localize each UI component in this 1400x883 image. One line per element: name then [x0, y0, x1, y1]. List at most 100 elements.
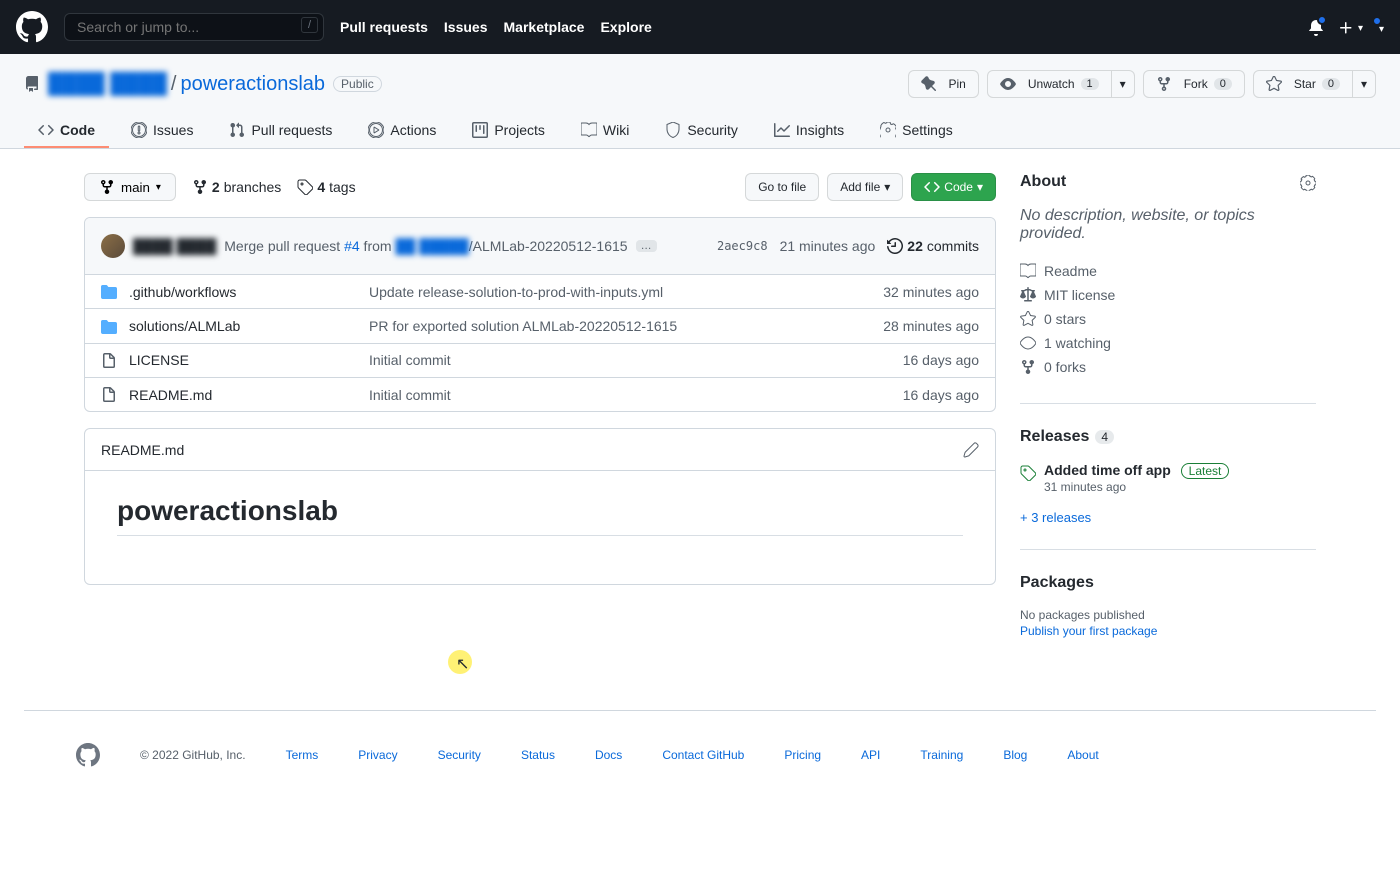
- file-commit-message[interactable]: Update release-solution-to-prod-with-inp…: [369, 284, 883, 300]
- footer-links: Terms Privacy Security Status Docs Conta…: [286, 748, 1099, 762]
- tab-security[interactable]: Security: [651, 114, 752, 148]
- notifications-icon[interactable]: [1308, 18, 1324, 35]
- forks-link[interactable]: 0 forks: [1020, 355, 1316, 379]
- footer-about[interactable]: About: [1067, 748, 1098, 762]
- about-heading: About: [1020, 173, 1066, 191]
- file-commit-message[interactable]: Initial commit: [369, 352, 903, 368]
- file-name-link[interactable]: README.md: [129, 387, 212, 403]
- code-download-button[interactable]: Code ▾: [911, 173, 996, 201]
- tab-code[interactable]: Code: [24, 114, 109, 148]
- tab-wiki[interactable]: Wiki: [567, 114, 643, 148]
- star-button[interactable]: Star 0: [1253, 70, 1353, 98]
- readme-edit-button[interactable]: [963, 441, 979, 458]
- about-description: No description, website, or topics provi…: [1020, 207, 1316, 243]
- tab-projects[interactable]: Projects: [458, 114, 559, 148]
- stars-link[interactable]: 0 stars: [1020, 307, 1316, 331]
- footer-pricing[interactable]: Pricing: [784, 748, 821, 762]
- pin-label: Pin: [949, 77, 966, 91]
- search-input[interactable]: [64, 13, 324, 41]
- footer-github-logo[interactable]: [76, 743, 100, 767]
- watching-link[interactable]: 1 watching: [1020, 331, 1316, 355]
- footer-status[interactable]: Status: [521, 748, 555, 762]
- readme-box: README.md poweractionslab: [84, 428, 996, 585]
- releases-section: Releases 4 Added time off app Latest 31 …: [1020, 428, 1316, 550]
- footer-privacy[interactable]: Privacy: [358, 748, 397, 762]
- header-nav: Pull requests Issues Marketplace Explore: [340, 19, 652, 35]
- file-commit-message[interactable]: PR for exported solution ALMLab-20220512…: [369, 318, 883, 334]
- eye-icon: [1020, 335, 1036, 351]
- fork-icon: [1020, 359, 1036, 375]
- fork-button[interactable]: Fork 0: [1143, 70, 1245, 98]
- unwatch-dropdown[interactable]: ▾: [1111, 70, 1135, 98]
- commit-sha[interactable]: 2aec9c8: [717, 239, 768, 253]
- footer-api[interactable]: API: [861, 748, 880, 762]
- footer-contact[interactable]: Contact GitHub: [662, 748, 744, 762]
- releases-count: 4: [1095, 430, 1114, 444]
- readme-filename[interactable]: README.md: [101, 442, 184, 458]
- go-to-file-button[interactable]: Go to file: [745, 173, 819, 201]
- commit-message[interactable]: Merge pull request #4 from ██ █████/ALML…: [224, 238, 627, 254]
- file-commit-message[interactable]: Initial commit: [369, 387, 903, 403]
- tab-settings[interactable]: Settings: [866, 114, 967, 148]
- tags-link[interactable]: 4 tags: [297, 179, 355, 195]
- file-name-link[interactable]: LICENSE: [129, 352, 189, 368]
- fork-icon: [1156, 76, 1172, 92]
- code-icon: [924, 179, 940, 195]
- file-name-link[interactable]: .github/workflows: [129, 284, 236, 300]
- tab-issues[interactable]: Issues: [117, 114, 207, 148]
- publish-package-link[interactable]: Publish your first package: [1020, 624, 1316, 638]
- pin-button[interactable]: Pin: [908, 70, 979, 98]
- unwatch-label: Unwatch: [1028, 77, 1075, 91]
- add-menu[interactable]: ▾: [1338, 18, 1363, 35]
- repo-header: ████ ████ / poweractionslab Public Pin U…: [0, 54, 1400, 149]
- branch-select-button[interactable]: main ▾: [84, 173, 176, 201]
- law-icon: [1020, 287, 1036, 303]
- about-edit-button[interactable]: [1300, 173, 1316, 190]
- commits-link[interactable]: 22 commits: [887, 238, 979, 254]
- user-menu[interactable]: ▾: [1377, 19, 1384, 35]
- footer-terms[interactable]: Terms: [286, 748, 319, 762]
- tab-actions[interactable]: Actions: [354, 114, 450, 148]
- file-name-link[interactable]: solutions/ALMLab: [129, 318, 240, 334]
- notification-dot: [1317, 15, 1327, 25]
- star-icon: [1020, 311, 1036, 327]
- footer-training[interactable]: Training: [920, 748, 963, 762]
- file-row: .github/workflows Update release-solution…: [85, 275, 995, 309]
- latest-commit-row: ████ ████ Merge pull request #4 from ██ …: [85, 218, 995, 275]
- footer-security[interactable]: Security: [438, 748, 481, 762]
- commit-author-avatar[interactable]: [101, 234, 125, 258]
- star-dropdown[interactable]: ▾: [1352, 70, 1376, 98]
- more-releases-link[interactable]: + 3 releases: [1020, 510, 1316, 525]
- latest-badge: Latest: [1181, 463, 1230, 479]
- tab-pull-requests[interactable]: Pull requests: [215, 114, 346, 148]
- commit-message-expand[interactable]: …: [636, 240, 657, 252]
- pr-link[interactable]: #4: [344, 238, 360, 254]
- nav-pull-requests[interactable]: Pull requests: [340, 19, 428, 35]
- commit-author[interactable]: ████ ████: [133, 238, 216, 254]
- readme-link[interactable]: Readme: [1020, 259, 1316, 283]
- packages-heading[interactable]: Packages: [1020, 574, 1094, 592]
- footer-docs[interactable]: Docs: [595, 748, 622, 762]
- unwatch-button[interactable]: Unwatch 1: [987, 70, 1112, 98]
- readme-header: README.md: [85, 429, 995, 471]
- tab-insights[interactable]: Insights: [760, 114, 858, 148]
- release-time: 31 minutes ago: [1044, 480, 1229, 494]
- nav-issues[interactable]: Issues: [444, 19, 488, 35]
- footer-blog[interactable]: Blog: [1003, 748, 1027, 762]
- nav-explore[interactable]: Explore: [600, 19, 651, 35]
- play-icon: [368, 122, 384, 138]
- repo-name-link[interactable]: poweractionslab: [180, 73, 325, 96]
- file-commit-time: 28 minutes ago: [883, 318, 979, 334]
- github-logo[interactable]: [16, 11, 48, 43]
- branches-link[interactable]: 2 branches: [192, 179, 281, 195]
- release-name: Added time off app: [1044, 462, 1171, 478]
- releases-heading[interactable]: Releases: [1020, 428, 1089, 446]
- license-link[interactable]: MIT license: [1020, 283, 1316, 307]
- repo-owner-link[interactable]: ████ ████: [48, 73, 167, 96]
- page-footer: © 2022 GitHub, Inc. Terms Privacy Securi…: [24, 710, 1376, 799]
- file-row: solutions/ALMLab PR for exported solution…: [85, 309, 995, 343]
- file-icon: [101, 352, 117, 369]
- latest-release[interactable]: Added time off app Latest 31 minutes ago: [1020, 462, 1316, 494]
- add-file-button[interactable]: Add file ▾: [827, 173, 903, 201]
- nav-marketplace[interactable]: Marketplace: [504, 19, 585, 35]
